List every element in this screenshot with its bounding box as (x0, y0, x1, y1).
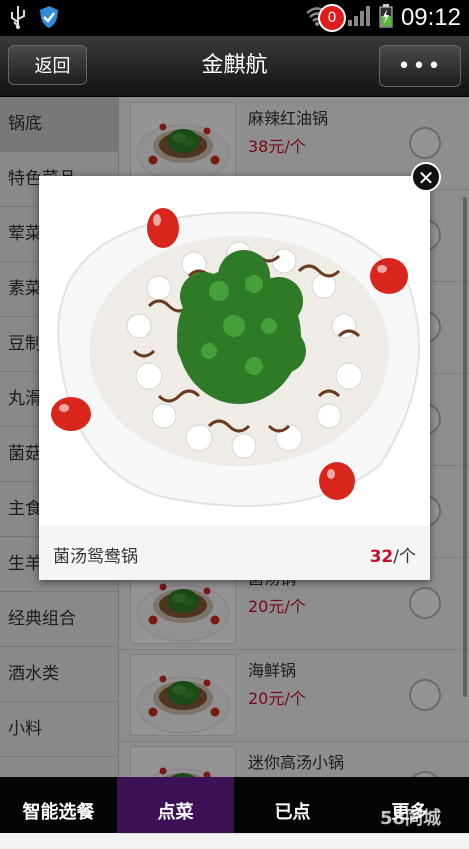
tab-ordered[interactable]: 已点 (234, 777, 351, 833)
popup-dish-price: 32/个 (370, 542, 416, 567)
popup-footer: 菌汤鸳鸯锅 32/个 (39, 526, 430, 580)
status-bar: E 09:12 (0, 0, 469, 36)
price-number: 32 (369, 547, 394, 567)
close-icon[interactable]: ✕ (411, 162, 441, 192)
signal-icon (347, 5, 371, 31)
tab-smart-select[interactable]: 智能选餐 (0, 777, 117, 833)
tab-order[interactable]: 点菜 (117, 777, 234, 833)
dish-detail-popup: 菌汤鸳鸯锅 32/个 (39, 176, 430, 580)
usb-icon (8, 4, 28, 34)
watermark: 58同城 (380, 808, 442, 829)
more-button[interactable]: ••• (379, 45, 461, 87)
battery-icon (379, 4, 393, 32)
ordered-count-badge: 0 (318, 4, 346, 32)
clock: 09:12 (400, 4, 461, 31)
shield-icon (38, 4, 60, 34)
price-unit: /个 (393, 547, 416, 567)
title-bar: 返回 金麒航 ••• (0, 36, 469, 97)
dish-photo (39, 176, 430, 526)
popup-dish-name: 菌汤鸳鸯锅 (53, 547, 138, 567)
